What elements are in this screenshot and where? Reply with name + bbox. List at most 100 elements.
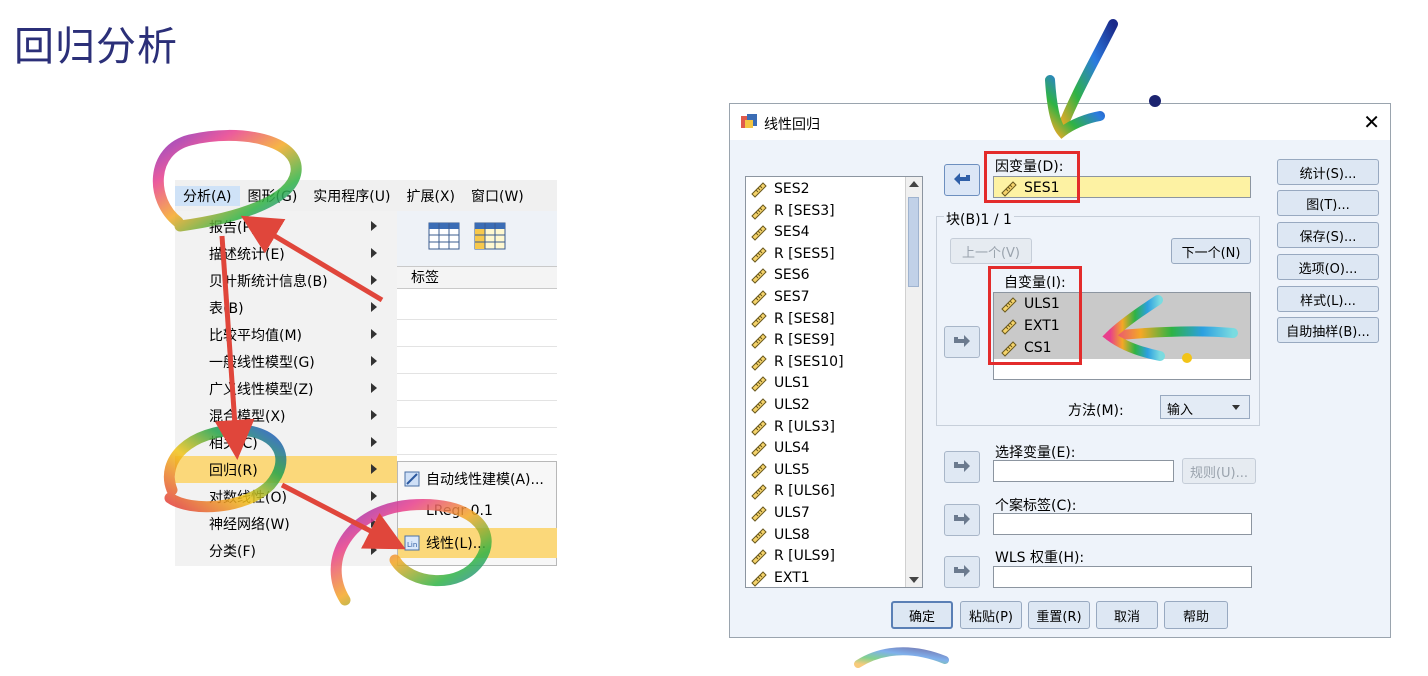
scale-ruler-icon [751, 268, 767, 285]
scale-ruler-icon [751, 225, 767, 241]
menu-item-compare-means[interactable]: 比较平均值(M) [175, 321, 397, 348]
variable-list-item[interactable]: SES4 [750, 221, 810, 243]
save-button[interactable]: 保存(S)... [1277, 222, 1379, 248]
scale-ruler-icon [751, 398, 767, 414]
variable-list-item[interactable]: ULS4 [750, 437, 810, 459]
grid-line [397, 427, 557, 428]
cancel-button[interactable]: 取消 [1096, 601, 1158, 629]
scroll-thumb[interactable] [908, 197, 919, 287]
scale-ruler-icon [751, 506, 767, 522]
spss-app-icon [741, 114, 757, 128]
scale-ruler-icon [751, 463, 767, 479]
menu-item-bayesian[interactable]: 贝叶斯统计信息(B) [175, 267, 397, 294]
move-to-independent-button[interactable] [944, 326, 980, 358]
menu-utilities[interactable]: 实用程序(U) [305, 186, 398, 206]
style-button[interactable]: 样式(L)... [1277, 286, 1379, 312]
submenu-item-lregr[interactable]: LRegr 0.1 [398, 496, 557, 526]
menu-item-mixed-models[interactable]: 混合模型(X) [175, 402, 397, 429]
variable-list-item[interactable]: ULS1 [750, 372, 810, 394]
menu-graphs[interactable]: 图形(G) [240, 186, 306, 206]
move-to-dependent-button[interactable] [944, 164, 980, 196]
reset-button[interactable]: 重置(R) [1028, 601, 1090, 629]
variable-list-item[interactable]: R [SES5] [750, 243, 835, 265]
menu-extensions[interactable]: 扩展(X) [398, 186, 463, 206]
variable-list-item[interactable]: R [ULS3] [750, 416, 835, 438]
chevron-right-icon [371, 518, 377, 528]
menu-item-classify[interactable]: 分类(F) [175, 537, 397, 564]
block-label: 块(B)1 / 1 [944, 209, 1014, 229]
help-button[interactable]: 帮助 [1164, 601, 1228, 629]
variable-list-item[interactable]: EXT1 [750, 567, 810, 587]
scale-ruler-icon [751, 376, 767, 393]
selection-variable-label: 选择变量(E): [995, 445, 1076, 461]
variable-list-item[interactable]: SES6 [750, 264, 810, 286]
move-to-wls-button[interactable] [944, 556, 980, 588]
variable-list-item[interactable]: R [SES3] [750, 200, 835, 222]
menu-window[interactable]: 窗口(W) [463, 186, 532, 206]
submenu-item-linear[interactable]: Lin 线性(L)... [398, 528, 557, 558]
variable-list-item[interactable]: SES7 [750, 286, 810, 308]
variable-list-item[interactable]: R [ULS6] [750, 480, 835, 502]
menu-analyze[interactable]: 分析(A) [175, 185, 240, 206]
menu-item-regression[interactable]: 回归(R) [175, 456, 397, 483]
move-to-case-labels-button[interactable] [944, 504, 980, 536]
variable-list-item[interactable]: ULS8 [750, 524, 810, 546]
data-view-icon[interactable] [427, 219, 461, 253]
wls-weight-field[interactable] [993, 566, 1252, 588]
menu-item-reports[interactable]: 报告(P) [175, 213, 397, 240]
regression-submenu: 自动线性建模(A)... LRegr 0.1 Lin 线性(L)... [397, 461, 557, 566]
scroll-down-icon[interactable] [909, 577, 919, 583]
chevron-right-icon [371, 545, 377, 555]
scale-ruler-icon [751, 247, 767, 263]
variable-list-item[interactable]: SES2 [750, 178, 810, 200]
grid-line [397, 319, 557, 320]
scroll-up-icon[interactable] [909, 181, 919, 187]
lregr-icon [404, 503, 420, 519]
selection-variable-field[interactable] [993, 460, 1174, 482]
rule-button[interactable]: 规则(U)... [1182, 458, 1256, 484]
submenu-item-auto-linear[interactable]: 自动线性建模(A)... [398, 464, 557, 494]
variable-list-item[interactable]: R [SES8] [750, 308, 835, 330]
menu-item-glm[interactable]: 一般线性模型(G) [175, 348, 397, 375]
linear-icon: Lin [404, 535, 420, 551]
previous-block-button[interactable]: 上一个(V) [950, 238, 1032, 264]
grid-line [397, 346, 557, 347]
source-variable-list[interactable]: SES2 R [SES3] SES4 R [SES5] SES6 SES7 R [SES8]… [745, 176, 923, 588]
variable-list-item[interactable]: ULS5 [750, 459, 810, 481]
scrollbar[interactable] [905, 177, 922, 587]
method-label: 方法(M): [1068, 403, 1124, 419]
bootstrap-button[interactable]: 自助抽样(B)... [1277, 317, 1379, 343]
paste-button[interactable]: 粘贴(P) [960, 601, 1022, 629]
method-select[interactable]: 输入 [1160, 395, 1250, 419]
close-icon[interactable]: ✕ [1363, 110, 1380, 134]
variable-list-item[interactable]: R [SES9] [750, 329, 835, 351]
menu-item-neural-networks[interactable]: 神经网络(W) [175, 510, 397, 537]
chevron-right-icon [371, 410, 377, 420]
menu-item-tables[interactable]: 表(B) [175, 294, 397, 321]
scale-ruler-icon [751, 419, 767, 436]
statistics-button[interactable]: 统计(S)... [1277, 159, 1379, 185]
menu-item-generalized-linear[interactable]: 广义线性模型(Z) [175, 375, 397, 402]
scale-ruler-icon [751, 290, 767, 306]
variable-list-item[interactable]: R [SES10] [750, 351, 844, 373]
variable-view-icon[interactable] [473, 219, 507, 253]
menu-item-correlate[interactable]: 相关(C) [175, 429, 397, 456]
menu-item-descriptives[interactable]: 描述统计(E) [175, 240, 397, 267]
chevron-right-icon [371, 437, 377, 447]
decorative-scribble [854, 647, 949, 668]
case-labels-field[interactable] [993, 513, 1252, 535]
scale-ruler-icon [751, 527, 767, 544]
auto-linear-icon [404, 471, 420, 487]
chevron-right-icon [371, 383, 377, 393]
move-to-selection-button[interactable] [944, 451, 980, 483]
next-block-button[interactable]: 下一个(N) [1171, 238, 1251, 264]
variable-list-item[interactable]: R [ULS9] [750, 545, 835, 567]
variable-list-item[interactable]: ULS7 [750, 502, 810, 524]
analyze-dropdown: 报告(P) 描述统计(E) 贝叶斯统计信息(B) 表(B) 比较平均值(M) 一… [175, 211, 398, 566]
options-button[interactable]: 选项(O)... [1277, 254, 1379, 280]
ok-button[interactable]: 确定 [891, 601, 953, 629]
variable-list-item[interactable]: ULS2 [750, 394, 810, 416]
svg-text:Lin: Lin [407, 541, 417, 549]
plots-button[interactable]: 图(T)... [1277, 190, 1379, 216]
menu-item-loglinear[interactable]: 对数线性(O) [175, 483, 397, 510]
